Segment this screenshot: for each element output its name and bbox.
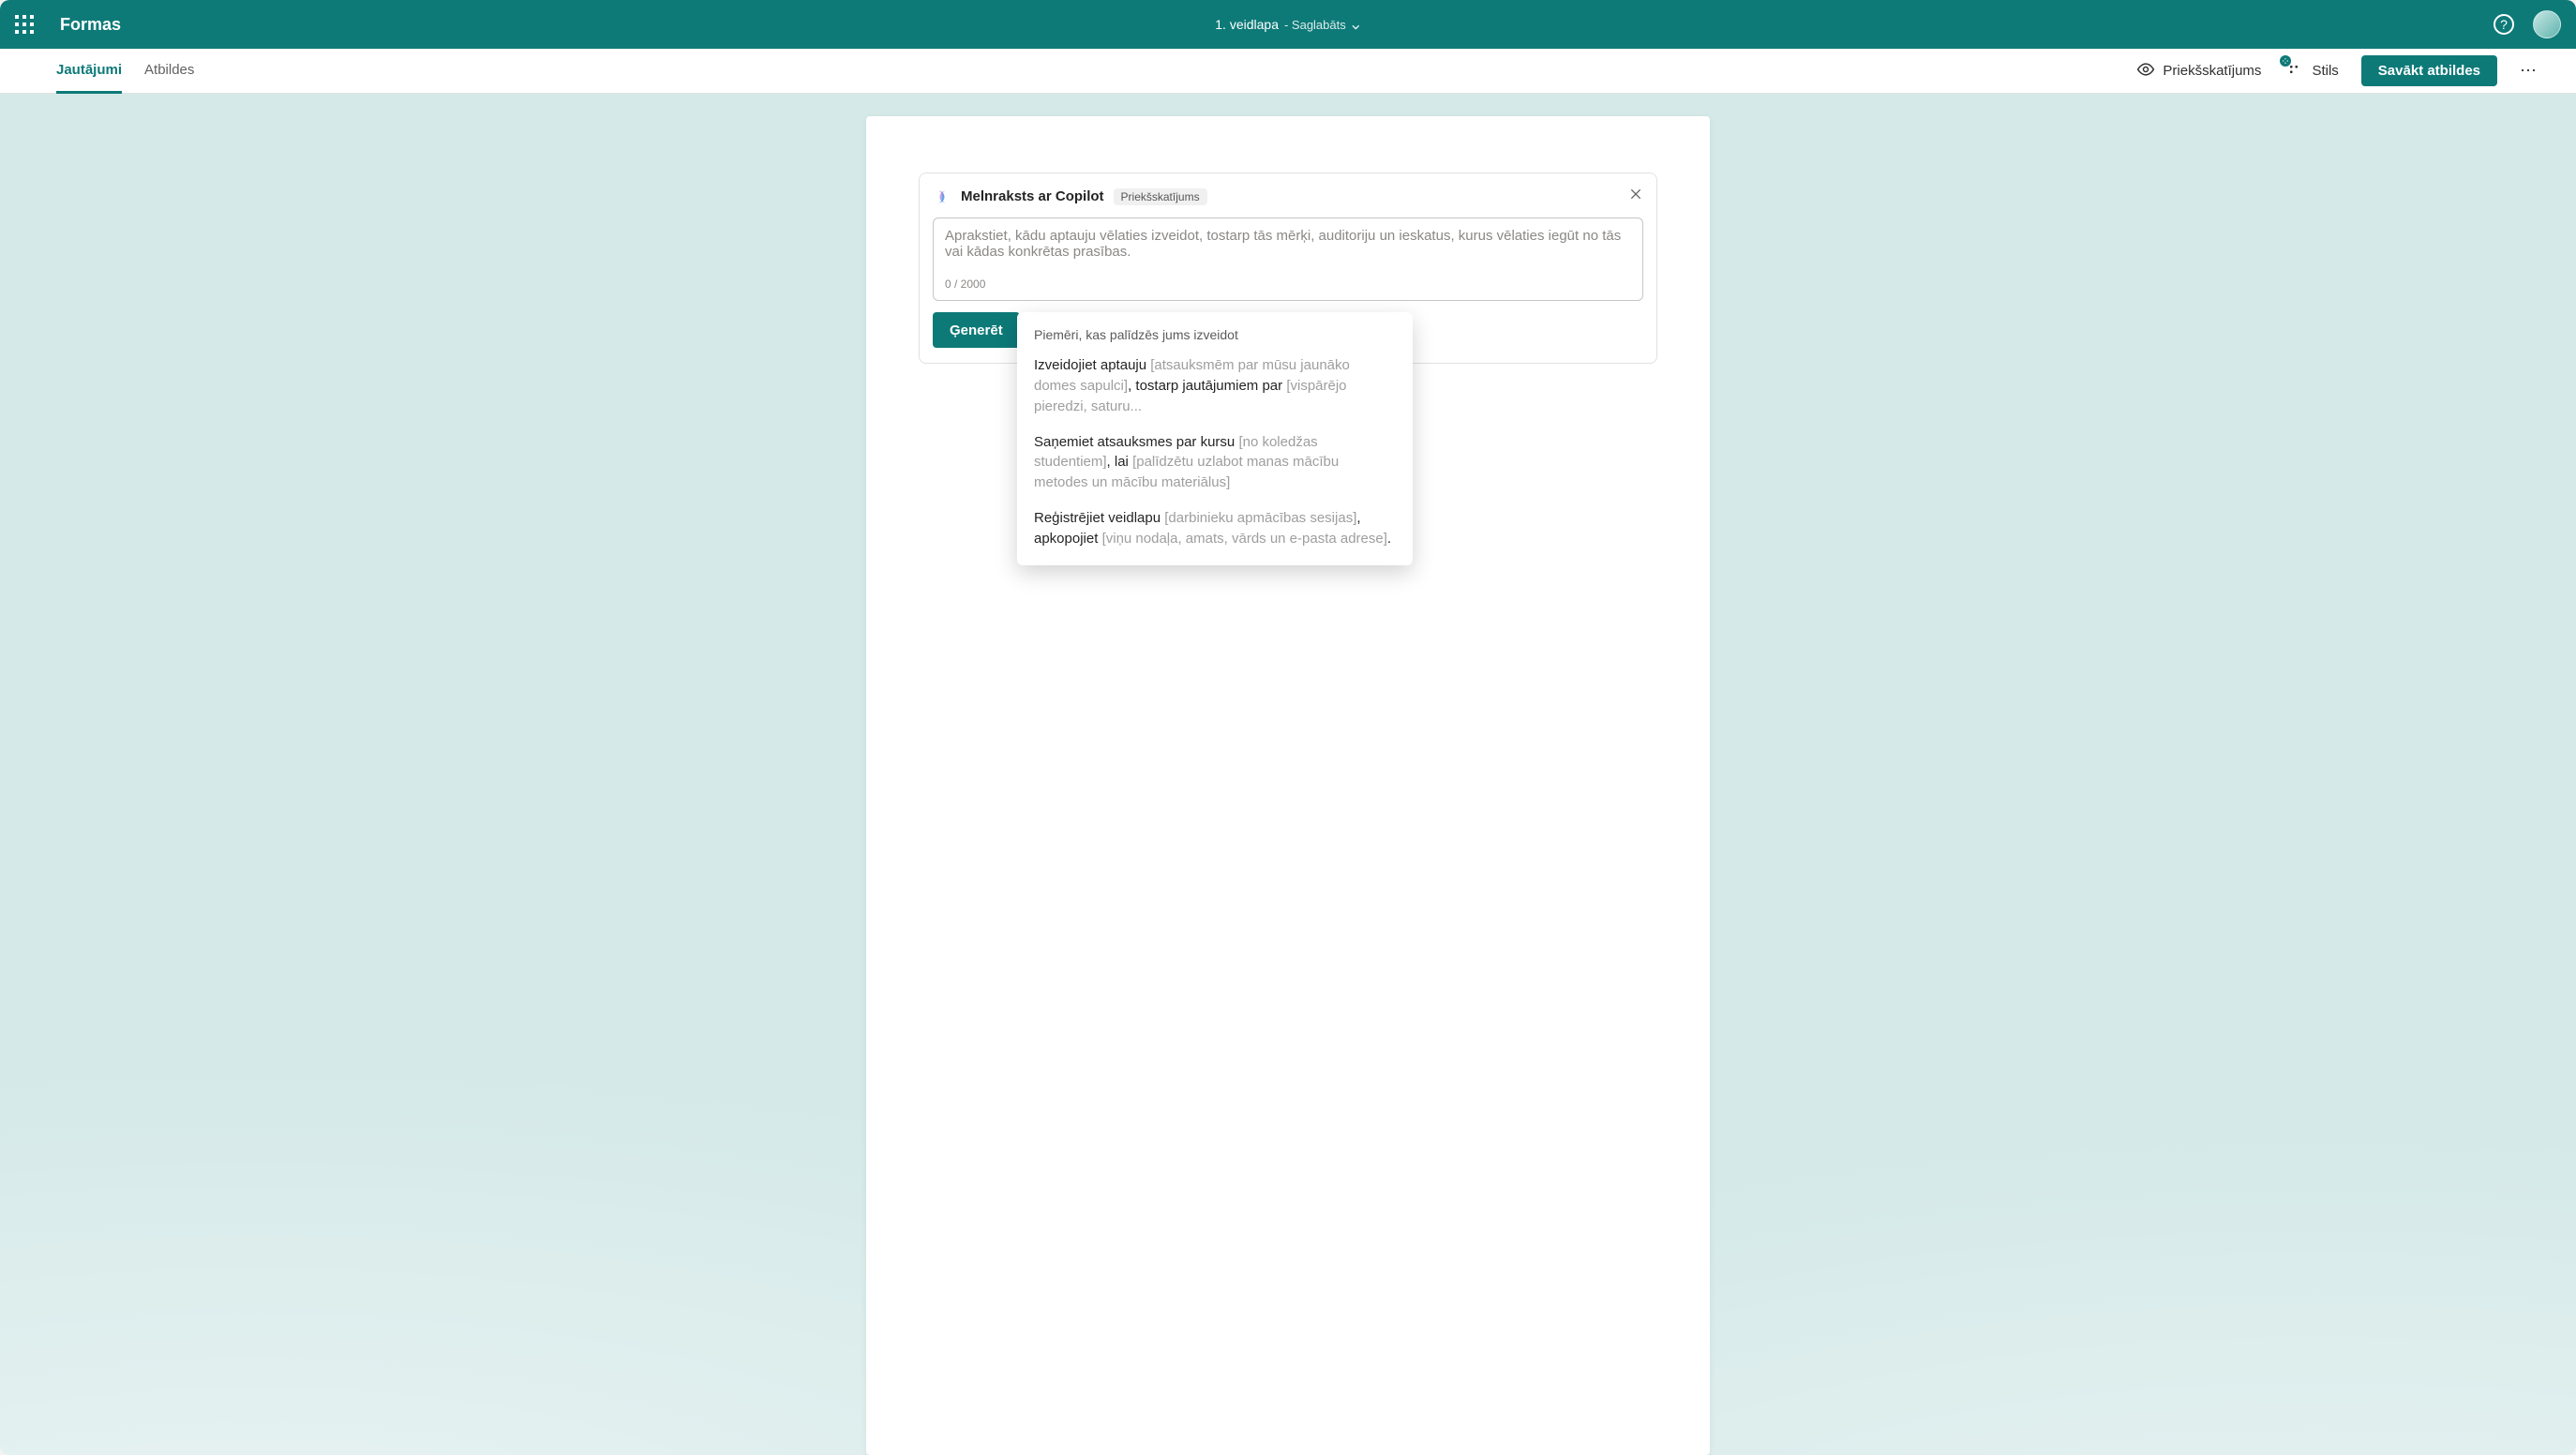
save-status: - Saglabāts [1284, 18, 1346, 32]
close-icon[interactable] [1628, 187, 1643, 206]
preview-button[interactable]: Priekšskatījums [2136, 60, 2261, 82]
form-sheet: Melnraksts ar Copilot Priekšskatījums 0 … [866, 116, 1710, 1455]
form-title-dropdown[interactable]: 1. veidlapa - Saglabāts [1215, 17, 1360, 32]
prompt-box: 0 / 2000 [933, 218, 1643, 301]
app-header: Formas 1. veidlapa - Saglabāts ? [0, 0, 2576, 49]
preview-label: Priekšskatījums [2163, 63, 2261, 79]
canvas: Melnraksts ar Copilot Priekšskatījums 0 … [0, 94, 2576, 1455]
generate-button[interactable]: Ģenerēt [933, 312, 1020, 348]
prompt-example-2[interactable]: Saņemiet atsauksmes par kursu [no koledž… [1034, 432, 1396, 493]
copilot-icon [933, 188, 951, 206]
char-count: 0 / 2000 [945, 278, 1631, 291]
palette-icon [2284, 59, 2304, 83]
prompt-example-1[interactable]: Izveidojiet aptauju [atsauksmēm par mūsu… [1034, 355, 1396, 416]
copilot-title: Melnraksts ar Copilot [961, 188, 1104, 204]
eye-icon [2136, 60, 2155, 82]
prompts-heading: Piemēri, kas palīdzēs jums izveidot [1034, 325, 1396, 344]
sparkle-badge-icon [2280, 55, 2291, 67]
tab-questions[interactable]: Jautājumi [56, 62, 122, 94]
more-icon[interactable]: ⋯ [2520, 61, 2539, 81]
preview-badge: Priekšskatījums [1114, 188, 1207, 205]
help-icon[interactable]: ? [2494, 14, 2514, 35]
chevron-down-icon [1352, 20, 1361, 29]
app-launcher-icon[interactable] [15, 15, 34, 34]
prompt-input[interactable] [945, 228, 1631, 269]
style-label: Stils [2312, 63, 2338, 79]
collect-responses-button[interactable]: Savākt atbildes [2361, 55, 2497, 86]
avatar[interactable] [2533, 10, 2561, 38]
toolbar: Jautājumi Atbildes Priekšskatījums Stils [0, 49, 2576, 94]
prompts-dropdown: Piemēri, kas palīdzēs jums izveidot Izve… [1017, 312, 1413, 565]
style-button[interactable]: Stils [2284, 59, 2338, 83]
prompt-example-3[interactable]: Reģistrējiet veidlapu [darbinieku apmācī… [1034, 508, 1396, 549]
form-title: 1. veidlapa [1215, 17, 1279, 32]
copilot-card: Melnraksts ar Copilot Priekšskatījums 0 … [919, 172, 1657, 364]
tab-responses[interactable]: Atbildes [144, 62, 194, 80]
app-name[interactable]: Formas [60, 15, 121, 35]
